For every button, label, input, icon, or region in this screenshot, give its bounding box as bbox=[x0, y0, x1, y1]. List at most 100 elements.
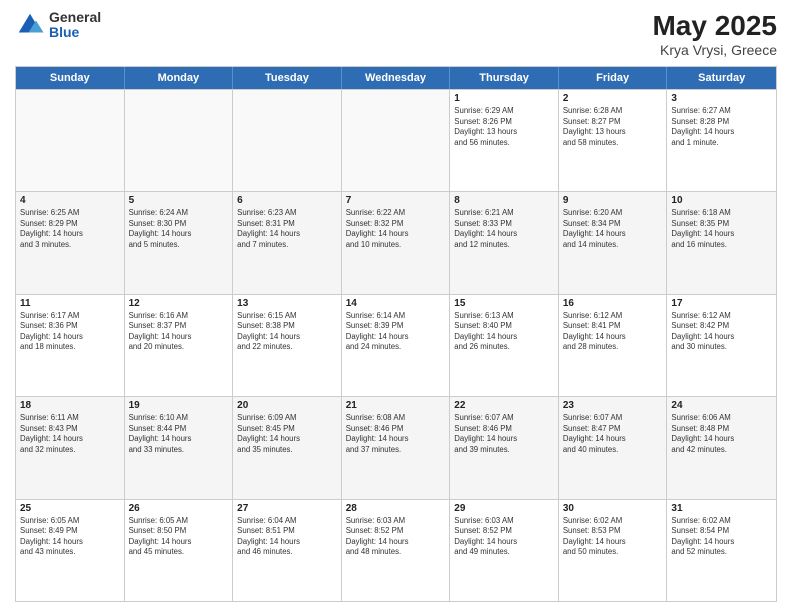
day-info: Sunrise: 6:25 AM Sunset: 8:29 PM Dayligh… bbox=[20, 208, 120, 250]
day-cell: 12Sunrise: 6:16 AM Sunset: 8:37 PM Dayli… bbox=[125, 295, 234, 396]
calendar-header: SundayMondayTuesdayWednesdayThursdayFrid… bbox=[16, 67, 776, 89]
day-info: Sunrise: 6:03 AM Sunset: 8:52 PM Dayligh… bbox=[454, 516, 554, 558]
day-number: 25 bbox=[20, 503, 120, 514]
empty-cell bbox=[125, 90, 234, 191]
day-info: Sunrise: 6:12 AM Sunset: 8:42 PM Dayligh… bbox=[671, 311, 772, 353]
day-info: Sunrise: 6:16 AM Sunset: 8:37 PM Dayligh… bbox=[129, 311, 229, 353]
weekday-header: Wednesday bbox=[342, 67, 451, 89]
page-title: May 2025 bbox=[652, 10, 777, 42]
day-cell: 7 Sunrise: 6:22 AM Sunset: 8:32 PM Daylig… bbox=[342, 192, 451, 293]
empty-cell bbox=[16, 90, 125, 191]
day-cell: 24Sunrise: 6:06 AM Sunset: 8:48 PM Dayli… bbox=[667, 397, 776, 498]
day-cell: 29Sunrise: 6:03 AM Sunset: 8:52 PM Dayli… bbox=[450, 500, 559, 601]
day-info: Sunrise: 6:15 AM Sunset: 8:38 PM Dayligh… bbox=[237, 311, 337, 353]
day-cell: 6 Sunrise: 6:23 AM Sunset: 8:31 PM Daylig… bbox=[233, 192, 342, 293]
day-number: 23 bbox=[563, 400, 663, 411]
day-info: Sunrise: 6:03 AM Sunset: 8:52 PM Dayligh… bbox=[346, 516, 446, 558]
page: General Blue May 2025 Krya Vrysi, Greece… bbox=[0, 0, 792, 612]
day-number: 31 bbox=[671, 503, 772, 514]
day-info: Sunrise: 6:28 AM Sunset: 8:27 PM Dayligh… bbox=[563, 106, 663, 148]
title-block: May 2025 Krya Vrysi, Greece bbox=[652, 10, 777, 58]
day-info: Sunrise: 6:23 AM Sunset: 8:31 PM Dayligh… bbox=[237, 208, 337, 250]
day-info: Sunrise: 6:29 AM Sunset: 8:26 PM Dayligh… bbox=[454, 106, 554, 148]
calendar: SundayMondayTuesdayWednesdayThursdayFrid… bbox=[15, 66, 777, 602]
day-number: 21 bbox=[346, 400, 446, 411]
day-number: 27 bbox=[237, 503, 337, 514]
day-info: Sunrise: 6:06 AM Sunset: 8:48 PM Dayligh… bbox=[671, 413, 772, 455]
day-number: 18 bbox=[20, 400, 120, 411]
day-cell: 2 Sunrise: 6:28 AM Sunset: 8:27 PM Daylig… bbox=[559, 90, 668, 191]
day-number: 28 bbox=[346, 503, 446, 514]
day-info: Sunrise: 6:24 AM Sunset: 8:30 PM Dayligh… bbox=[129, 208, 229, 250]
day-info: Sunrise: 6:12 AM Sunset: 8:41 PM Dayligh… bbox=[563, 311, 663, 353]
day-number: 19 bbox=[129, 400, 229, 411]
logo-icon bbox=[15, 10, 45, 40]
weekday-header: Thursday bbox=[450, 67, 559, 89]
page-subtitle: Krya Vrysi, Greece bbox=[652, 42, 777, 58]
day-cell: 31 Sunrise: 6:02 AM Sunset: 8:54 PM Dayli… bbox=[667, 500, 776, 601]
day-number: 9 bbox=[563, 195, 663, 206]
day-info: Sunrise: 6:11 AM Sunset: 8:43 PM Dayligh… bbox=[20, 413, 120, 455]
day-cell: 21 Sunrise: 6:08 AM Sunset: 8:46 PM Dayli… bbox=[342, 397, 451, 498]
day-info: Sunrise: 6:02 AM Sunset: 8:54 PM Dayligh… bbox=[671, 516, 772, 558]
day-info: Sunrise: 6:02 AM Sunset: 8:53 PM Dayligh… bbox=[563, 516, 663, 558]
day-cell: 16 Sunrise: 6:12 AM Sunset: 8:41 PM Dayli… bbox=[559, 295, 668, 396]
day-cell: 20Sunrise: 6:09 AM Sunset: 8:45 PM Dayli… bbox=[233, 397, 342, 498]
day-number: 30 bbox=[563, 503, 663, 514]
day-info: Sunrise: 6:27 AM Sunset: 8:28 PM Dayligh… bbox=[671, 106, 772, 148]
day-number: 1 bbox=[454, 93, 554, 104]
day-number: 15 bbox=[454, 298, 554, 309]
day-number: 5 bbox=[129, 195, 229, 206]
day-cell: 1 Sunrise: 6:29 AM Sunset: 8:26 PM Daylig… bbox=[450, 90, 559, 191]
calendar-row: 11 Sunrise: 6:17 AM Sunset: 8:36 PM Dayli… bbox=[16, 294, 776, 396]
day-number: 7 bbox=[346, 195, 446, 206]
day-info: Sunrise: 6:10 AM Sunset: 8:44 PM Dayligh… bbox=[129, 413, 229, 455]
day-number: 16 bbox=[563, 298, 663, 309]
logo-blue: Blue bbox=[49, 25, 101, 40]
day-cell: 18 Sunrise: 6:11 AM Sunset: 8:43 PM Dayli… bbox=[16, 397, 125, 498]
day-info: Sunrise: 6:05 AM Sunset: 8:50 PM Dayligh… bbox=[129, 516, 229, 558]
day-number: 2 bbox=[563, 93, 663, 104]
day-info: Sunrise: 6:08 AM Sunset: 8:46 PM Dayligh… bbox=[346, 413, 446, 455]
logo-text: General Blue bbox=[49, 10, 101, 41]
day-cell: 4Sunrise: 6:25 AM Sunset: 8:29 PM Daylig… bbox=[16, 192, 125, 293]
day-cell: 14 Sunrise: 6:14 AM Sunset: 8:39 PM Dayli… bbox=[342, 295, 451, 396]
day-cell: 30 Sunrise: 6:02 AM Sunset: 8:53 PM Dayli… bbox=[559, 500, 668, 601]
calendar-row: 1 Sunrise: 6:29 AM Sunset: 8:26 PM Daylig… bbox=[16, 89, 776, 191]
day-info: Sunrise: 6:14 AM Sunset: 8:39 PM Dayligh… bbox=[346, 311, 446, 353]
day-info: Sunrise: 6:20 AM Sunset: 8:34 PM Dayligh… bbox=[563, 208, 663, 250]
calendar-body: 1 Sunrise: 6:29 AM Sunset: 8:26 PM Daylig… bbox=[16, 89, 776, 601]
logo-general: General bbox=[49, 10, 101, 25]
calendar-row: 25Sunrise: 6:05 AM Sunset: 8:49 PM Dayli… bbox=[16, 499, 776, 601]
day-cell: 5 Sunrise: 6:24 AM Sunset: 8:30 PM Daylig… bbox=[125, 192, 234, 293]
calendar-row: 18 Sunrise: 6:11 AM Sunset: 8:43 PM Dayli… bbox=[16, 396, 776, 498]
day-cell: 19 Sunrise: 6:10 AM Sunset: 8:44 PM Dayli… bbox=[125, 397, 234, 498]
day-cell: 10 Sunrise: 6:18 AM Sunset: 8:35 PM Dayli… bbox=[667, 192, 776, 293]
day-number: 8 bbox=[454, 195, 554, 206]
day-info: Sunrise: 6:21 AM Sunset: 8:33 PM Dayligh… bbox=[454, 208, 554, 250]
weekday-header: Friday bbox=[559, 67, 668, 89]
day-number: 13 bbox=[237, 298, 337, 309]
day-cell: 28 Sunrise: 6:03 AM Sunset: 8:52 PM Dayli… bbox=[342, 500, 451, 601]
day-cell: 13 Sunrise: 6:15 AM Sunset: 8:38 PM Dayli… bbox=[233, 295, 342, 396]
day-cell: 25Sunrise: 6:05 AM Sunset: 8:49 PM Dayli… bbox=[16, 500, 125, 601]
day-number: 6 bbox=[237, 195, 337, 206]
day-info: Sunrise: 6:07 AM Sunset: 8:47 PM Dayligh… bbox=[563, 413, 663, 455]
day-info: Sunrise: 6:22 AM Sunset: 8:32 PM Dayligh… bbox=[346, 208, 446, 250]
day-number: 3 bbox=[671, 93, 772, 104]
weekday-header: Tuesday bbox=[233, 67, 342, 89]
day-cell: 8 Sunrise: 6:21 AM Sunset: 8:33 PM Daylig… bbox=[450, 192, 559, 293]
empty-cell bbox=[342, 90, 451, 191]
day-cell: 11 Sunrise: 6:17 AM Sunset: 8:36 PM Dayli… bbox=[16, 295, 125, 396]
day-info: Sunrise: 6:18 AM Sunset: 8:35 PM Dayligh… bbox=[671, 208, 772, 250]
logo: General Blue bbox=[15, 10, 101, 41]
day-info: Sunrise: 6:13 AM Sunset: 8:40 PM Dayligh… bbox=[454, 311, 554, 353]
day-number: 17 bbox=[671, 298, 772, 309]
day-info: Sunrise: 6:17 AM Sunset: 8:36 PM Dayligh… bbox=[20, 311, 120, 353]
day-number: 10 bbox=[671, 195, 772, 206]
day-cell: 23 Sunrise: 6:07 AM Sunset: 8:47 PM Dayli… bbox=[559, 397, 668, 498]
day-number: 14 bbox=[346, 298, 446, 309]
day-info: Sunrise: 6:04 AM Sunset: 8:51 PM Dayligh… bbox=[237, 516, 337, 558]
day-info: Sunrise: 6:09 AM Sunset: 8:45 PM Dayligh… bbox=[237, 413, 337, 455]
day-number: 11 bbox=[20, 298, 120, 309]
